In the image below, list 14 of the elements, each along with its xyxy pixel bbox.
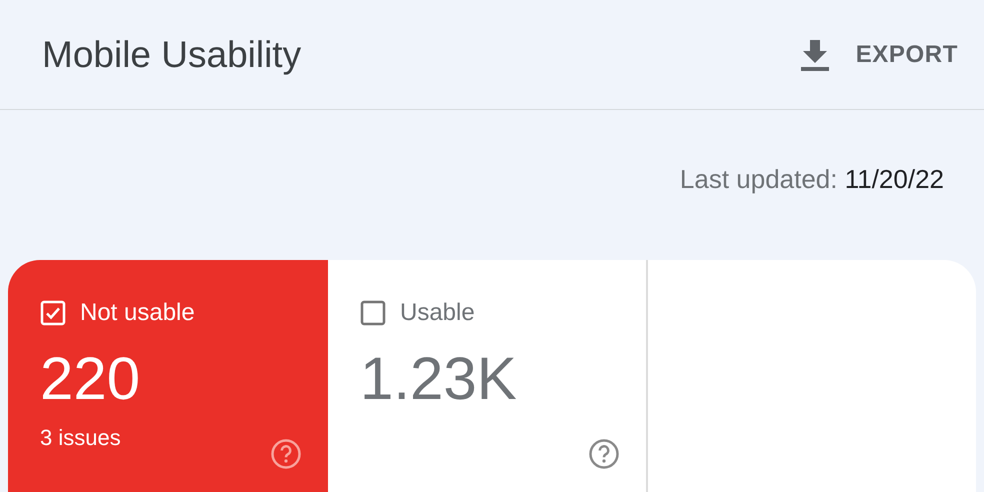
tile-count: 220 <box>40 344 140 414</box>
tile-count: 1.23K <box>360 344 517 414</box>
download-icon <box>800 38 830 70</box>
checked-checkbox-icon[interactable] <box>40 300 66 326</box>
page-title: Mobile Usability <box>42 32 302 77</box>
help-icon[interactable] <box>270 438 302 470</box>
tile-label: Usable <box>400 298 475 328</box>
export-button[interactable]: EXPORT <box>800 30 958 78</box>
help-icon[interactable] <box>588 438 620 470</box>
tile-sublabel: 3 issues <box>40 424 121 452</box>
tile-label: Not usable <box>80 298 195 328</box>
checkbox-icon[interactable] <box>360 300 386 326</box>
last-updated-text: Last updated: 11/20/22 <box>680 163 944 194</box>
status-tile[interactable]: Not usable 220 3 issues <box>8 260 328 492</box>
